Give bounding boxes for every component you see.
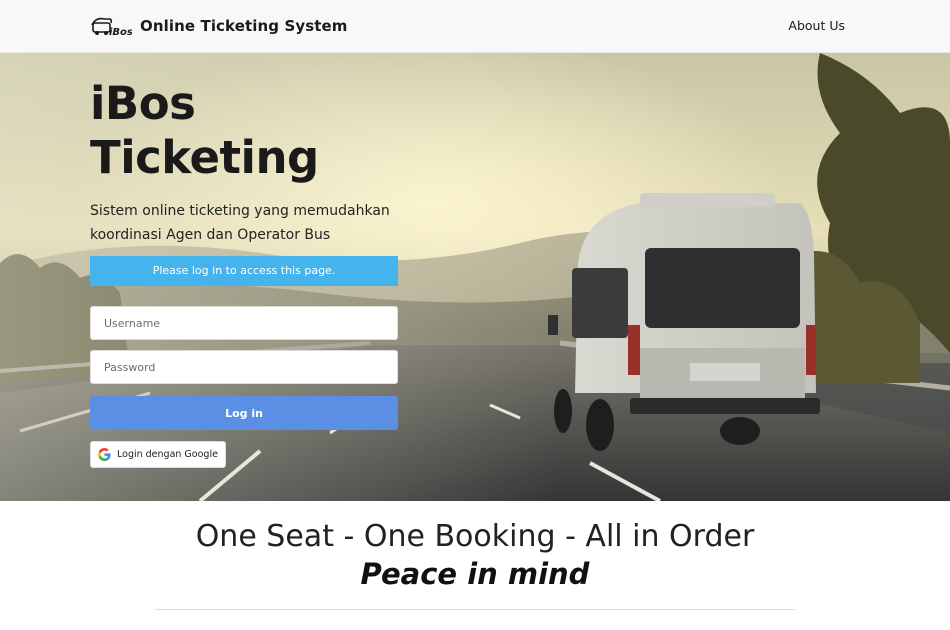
login-button[interactable]: Log in	[90, 396, 398, 430]
hero-title: iBos Ticketing	[90, 77, 319, 185]
password-input[interactable]	[90, 350, 398, 384]
hero-subtitle: Sistem online ticketing yang memudahkan …	[90, 203, 390, 243]
google-login-button[interactable]: Login dengan Google	[90, 441, 226, 468]
google-login-label: Login dengan Google	[117, 449, 218, 460]
hero-title-line2: Ticketing	[90, 131, 319, 184]
tagline-main: One Seat - One Booking - All in Order	[195, 519, 755, 554]
ibos-logo-icon: iBos	[91, 17, 132, 38]
brand[interactable]: iBos Online Ticketing System	[90, 13, 348, 39]
username-input[interactable]	[90, 306, 398, 340]
section-divider	[155, 609, 795, 610]
top-navbar: iBos Online Ticketing System About Us	[0, 0, 950, 53]
tagline-sub: Peace in mind	[360, 557, 590, 591]
logo-text: iBos	[109, 27, 132, 38]
google-icon	[98, 448, 111, 461]
hero-title-line1: iBos	[90, 77, 196, 130]
brand-title: Online Ticketing System	[140, 17, 348, 35]
login-required-alert: Please log in to access this page.	[90, 256, 398, 286]
about-us-link[interactable]: About Us	[788, 18, 845, 33]
hero-section: iBos Ticketing Sistem online ticketing y…	[0, 53, 950, 501]
